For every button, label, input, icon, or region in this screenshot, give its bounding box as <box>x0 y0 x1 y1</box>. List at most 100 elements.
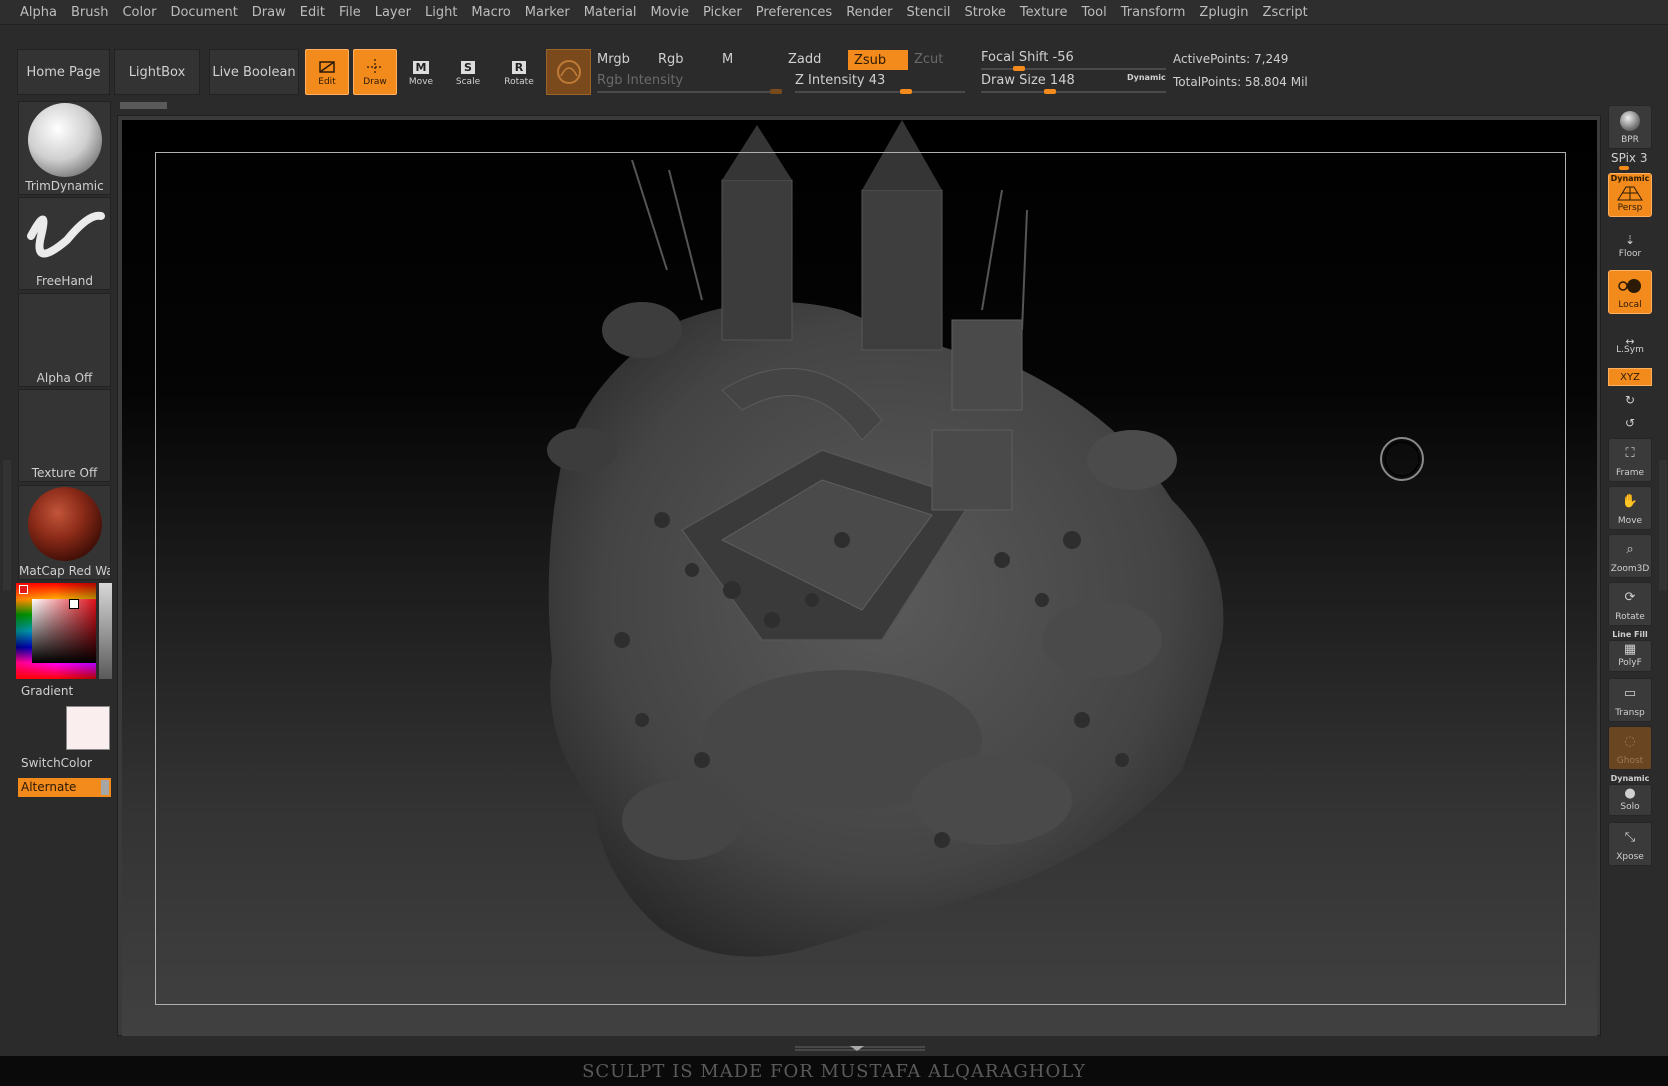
freehand-stroke-icon <box>27 211 105 258</box>
switch-color-button[interactable]: SwitchColor <box>21 756 92 770</box>
menu-item-material[interactable]: Material <box>577 0 644 25</box>
alpha-label: Alpha Off <box>36 371 93 385</box>
mrgb-button[interactable]: Mrgb <box>597 52 630 67</box>
m-button[interactable]: M <box>722 52 733 67</box>
ghost-button[interactable]: ◌ Ghost <box>1608 726 1652 770</box>
transp-button[interactable]: ▭ Transp <box>1608 678 1652 722</box>
frame-button[interactable]: ⛶ Frame <box>1608 438 1652 482</box>
spix-knob[interactable] <box>1619 166 1629 170</box>
stroke-label: FreeHand <box>35 274 94 288</box>
menu-item-light[interactable]: Light <box>418 0 464 25</box>
menu-item-marker[interactable]: Marker <box>518 0 577 25</box>
live-boolean-button[interactable]: Live Boolean <box>209 49 299 95</box>
scale-mode-button[interactable]: S Scale <box>446 49 490 95</box>
gray-strip[interactable] <box>99 583 112 679</box>
z-intensity-track[interactable] <box>795 91 965 93</box>
menu-item-preferences[interactable]: Preferences <box>749 0 839 25</box>
menu-item-transform[interactable]: Transform <box>1114 0 1193 25</box>
material-selector[interactable]: MatCap Red Wax <box>18 485 111 580</box>
rotate-mode-button[interactable]: R Rotate <box>497 49 541 95</box>
menu-item-texture[interactable]: Texture <box>1013 0 1075 25</box>
rotate-z-icon[interactable]: ↺ <box>1608 416 1652 430</box>
menu-item-zplugin[interactable]: Zplugin <box>1192 0 1255 25</box>
menu-item-alpha[interactable]: Alpha <box>13 0 64 25</box>
draw-size-slider[interactable]: Draw Size 148 <box>981 73 1075 88</box>
zcut-button[interactable]: Zcut <box>914 52 943 67</box>
left-tray-handle[interactable] <box>3 460 11 590</box>
saturation-value-box[interactable] <box>32 599 96 663</box>
z-intensity-knob[interactable] <box>900 89 912 94</box>
zadd-button[interactable]: Zadd <box>788 52 821 67</box>
texture-selector[interactable]: Texture Off <box>18 389 111 482</box>
zsub-button[interactable]: Zsub <box>848 50 908 70</box>
rgb-button[interactable]: Rgb <box>658 52 684 67</box>
menu-item-brush[interactable]: Brush <box>64 0 116 25</box>
menu-item-zscript[interactable]: Zscript <box>1256 0 1315 25</box>
z-intensity-slider[interactable]: Z Intensity 43 <box>795 73 885 88</box>
focal-shift-track[interactable] <box>981 68 1166 70</box>
move-view-button[interactable]: ✋ Move <box>1608 486 1652 530</box>
color-picker[interactable] <box>16 583 112 679</box>
edit-mode-button[interactable]: Edit <box>305 49 349 95</box>
draw-mode-button[interactable]: Draw <box>353 49 397 95</box>
material-label: MatCap Red Wax <box>19 564 110 578</box>
move-mode-button[interactable]: M Move <box>399 49 443 95</box>
ghost-label: Ghost <box>1616 756 1644 766</box>
brush-selector[interactable]: TrimDynamic <box>18 101 111 195</box>
gradient-toggle[interactable]: Gradient <box>21 684 73 698</box>
draw-size-track[interactable] <box>981 91 1166 93</box>
rgb-intensity-track[interactable] <box>597 91 782 93</box>
rgb-intensity-knob[interactable] <box>770 89 782 94</box>
alternate-toggle[interactable]: Alternate <box>18 778 111 797</box>
rotate-view-button[interactable]: ⟳ Rotate <box>1608 582 1652 626</box>
persp-button[interactable]: Dynamic Persp <box>1608 173 1652 217</box>
frame-label: Frame <box>1615 468 1645 478</box>
lsym-button[interactable]: L.Sym <box>1608 345 1652 355</box>
material-swatch-button[interactable] <box>546 49 591 95</box>
menu-item-stencil[interactable]: Stencil <box>899 0 957 25</box>
menu-item-color[interactable]: Color <box>115 0 163 25</box>
menu-item-layer[interactable]: Layer <box>368 0 418 25</box>
floor-button[interactable]: Floor <box>1608 249 1652 259</box>
dynamic-toggle[interactable]: Dynamic <box>1127 73 1166 82</box>
right-tray-handle[interactable] <box>1659 460 1667 590</box>
polyf-button[interactable]: ▦ PolyF <box>1608 640 1652 672</box>
color-cursor[interactable] <box>69 599 79 609</box>
home-page-button[interactable]: Home Page <box>17 49 110 95</box>
alpha-selector[interactable]: Alpha Off <box>18 293 111 387</box>
menu-item-movie[interactable]: Movie <box>644 0 696 25</box>
footer-text: SCULPT IS MADE FOR MUSTAFA ALQARAGHOLY <box>582 1060 1086 1082</box>
xpose-button[interactable]: ⤡ Xpose <box>1608 822 1652 866</box>
edit-mode-label: Edit <box>318 77 336 87</box>
draw-size-knob[interactable] <box>1044 89 1056 94</box>
rotate-y-icon[interactable]: ↻ <box>1608 393 1652 407</box>
rgb-intensity-slider[interactable]: Rgb Intensity <box>597 73 683 88</box>
polyf-grid-icon: ▦ <box>1623 642 1637 657</box>
bpr-button[interactable]: BPR <box>1608 105 1652 149</box>
menu-item-tool[interactable]: Tool <box>1074 0 1113 25</box>
zoom3d-button[interactable]: ⌕ Zoom3D <box>1608 534 1652 578</box>
solo-button[interactable]: ● Solo <box>1608 784 1652 816</box>
menu-item-render[interactable]: Render <box>839 0 899 25</box>
local-button[interactable]: Local <box>1608 270 1652 314</box>
menu-item-file[interactable]: File <box>332 0 368 25</box>
brush-sphere-icon <box>28 103 102 177</box>
spix-slider[interactable]: SPix 3 <box>1611 151 1647 165</box>
focal-shift-knob[interactable] <box>1013 66 1025 71</box>
lightbox-button[interactable]: LightBox <box>114 49 200 95</box>
canvas-scroll-handle[interactable] <box>120 102 167 109</box>
main-color-chip[interactable] <box>19 585 28 594</box>
menu-item-edit[interactable]: Edit <box>293 0 332 25</box>
menu-item-stroke[interactable]: Stroke <box>957 0 1012 25</box>
menu-item-draw[interactable]: Draw <box>245 0 293 25</box>
secondary-color-swatch[interactable] <box>66 706 110 750</box>
menu-item-document[interactable]: Document <box>163 0 244 25</box>
menu-item-picker[interactable]: Picker <box>696 0 749 25</box>
focal-shift-slider[interactable]: Focal Shift -56 <box>981 50 1074 65</box>
canvas-bottom-handle[interactable] <box>795 1045 925 1053</box>
rotate-view-label: Rotate <box>1615 612 1645 622</box>
stroke-selector[interactable]: FreeHand <box>18 197 111 290</box>
focal-shift-label: Focal Shift <box>981 50 1049 65</box>
menu-item-macro[interactable]: Macro <box>464 0 517 25</box>
xyz-button[interactable]: XYZ <box>1608 368 1652 386</box>
